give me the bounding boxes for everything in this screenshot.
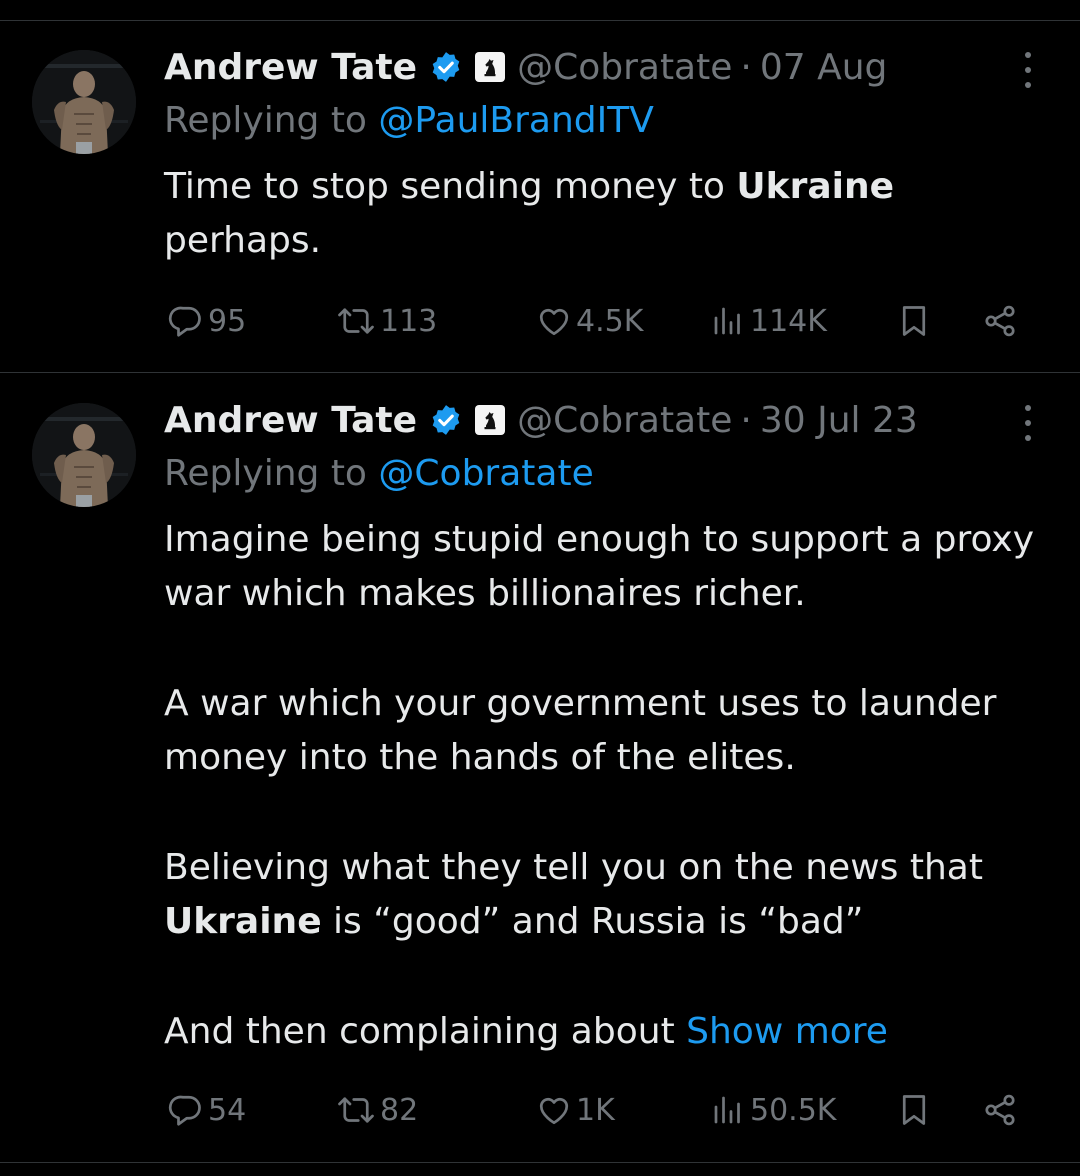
like-count: 1K [576, 1092, 615, 1128]
tweet[interactable]: Andrew Tate @Cobratate · 30 Jul 23 Reply… [0, 373, 1080, 1162]
text-paragraph: A war which your government uses to laun… [164, 683, 997, 778]
timestamp[interactable]: 30 Jul 23 [760, 400, 918, 441]
action-bar: 54 82 1K 50.5K [164, 1085, 1034, 1135]
bookmark-button[interactable] [896, 296, 932, 346]
retweet-count: 113 [380, 303, 438, 339]
reply-icon [168, 1095, 201, 1126]
views-icon [714, 307, 740, 335]
avatar-photo [32, 403, 136, 507]
tweet-header: Andrew Tate @Cobratate · 30 Jul 23 [164, 393, 918, 447]
bookmark-icon [902, 1095, 926, 1125]
like-count: 4.5K [576, 303, 644, 339]
separator-dot: · [740, 399, 752, 441]
text-bold: Ukraine [164, 901, 322, 942]
bottom-divider [0, 1162, 1080, 1163]
views-count: 50.5K [750, 1092, 837, 1128]
share-button[interactable] [982, 1085, 1018, 1135]
handle[interactable]: @Cobratate [517, 47, 732, 88]
display-name[interactable]: Andrew Tate [164, 400, 417, 441]
like-icon [539, 308, 569, 336]
more-icon[interactable] [1022, 405, 1034, 441]
bookmark-icon [902, 306, 926, 336]
avatar[interactable] [32, 403, 136, 507]
action-bar: 95 113 4.5K 114K [164, 296, 1034, 346]
bookmark-button[interactable] [896, 1085, 932, 1135]
replying-to-mention[interactable]: @Cobratate [378, 453, 593, 494]
views-button[interactable]: 114K [710, 296, 827, 346]
reply-button[interactable]: 95 [168, 296, 246, 346]
text-segment: Time to stop sending money to [164, 166, 737, 207]
retweet-button[interactable]: 113 [336, 296, 437, 346]
text-segment: perhaps. [164, 220, 322, 261]
replying-to-label: Replying to [164, 100, 367, 141]
chess-knight-icon[interactable] [475, 405, 506, 435]
like-button[interactable]: 4.5K [536, 296, 643, 346]
reply-count: 95 [208, 303, 247, 339]
retweet-icon [338, 308, 374, 334]
share-icon [985, 305, 1015, 337]
timestamp[interactable]: 07 Aug [760, 47, 888, 88]
text-segment: Believing what they tell you on the news… [164, 847, 983, 888]
replying-to: Replying to @PaulBrandITV [164, 100, 654, 141]
display-name[interactable]: Andrew Tate [164, 47, 417, 88]
verified-badge-icon[interactable] [429, 50, 463, 84]
replying-to-mention[interactable]: @PaulBrandITV [378, 100, 653, 141]
like-icon [539, 1097, 569, 1125]
reply-count: 54 [208, 1092, 247, 1128]
handle[interactable]: @Cobratate [517, 400, 732, 441]
reply-icon [168, 306, 201, 337]
retweet-button[interactable]: 82 [336, 1085, 418, 1135]
replying-to-label: Replying to [164, 453, 367, 494]
verified-badge-icon[interactable] [429, 403, 463, 437]
avatar-photo [32, 50, 136, 154]
chess-knight-icon[interactable] [475, 52, 506, 82]
show-more-link[interactable]: Show more [686, 1011, 888, 1052]
separator-dot: · [740, 46, 752, 88]
replying-to: Replying to @Cobratate [164, 453, 594, 494]
avatar[interactable] [32, 50, 136, 154]
retweet-count: 82 [380, 1092, 419, 1128]
tweet-text: Time to stop sending money to Ukraine pe… [164, 160, 1044, 268]
retweet-icon [338, 1097, 374, 1123]
more-icon[interactable] [1022, 52, 1034, 88]
share-icon [985, 1094, 1015, 1126]
text-paragraph: Imagine being stupid enough to support a… [164, 519, 1035, 614]
like-button[interactable]: 1K [536, 1085, 615, 1135]
views-count: 114K [750, 303, 827, 339]
views-button[interactable]: 50.5K [710, 1085, 836, 1135]
views-icon [714, 1096, 740, 1124]
reply-button[interactable]: 54 [168, 1085, 246, 1135]
text-segment: is “good” and Russia is “bad” [321, 901, 864, 942]
tweet-text: Imagine being stupid enough to support a… [164, 513, 1044, 1059]
tweet-header: Andrew Tate @Cobratate · 07 Aug [164, 40, 887, 94]
share-button[interactable] [982, 296, 1018, 346]
text-bold: Ukraine [736, 166, 895, 207]
tweet[interactable]: Andrew Tate @Cobratate · 07 Aug Replying… [0, 20, 1080, 373]
text-segment: And then complaining about [164, 1011, 687, 1052]
